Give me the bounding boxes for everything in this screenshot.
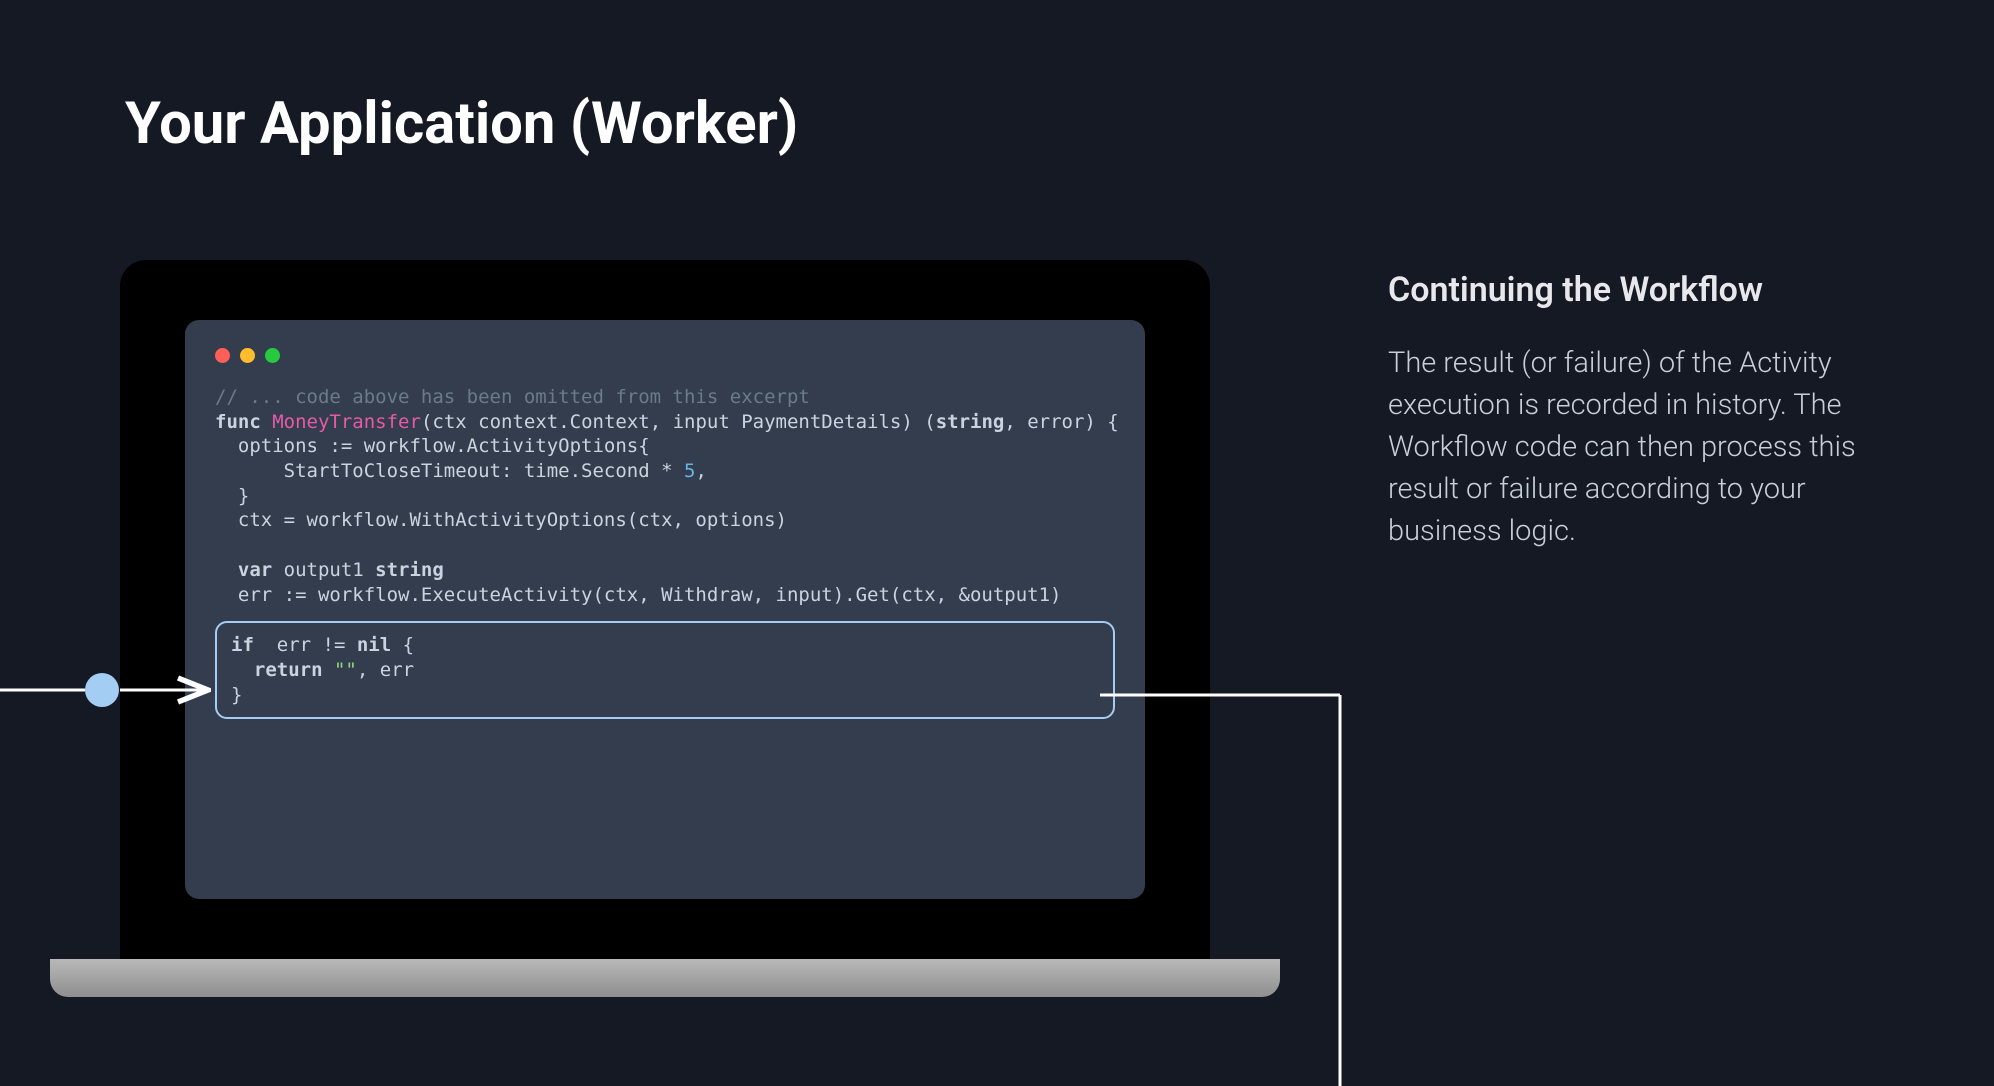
function-name: MoneyTransfer	[272, 411, 421, 433]
laptop-base	[50, 959, 1280, 997]
keyword-func: func	[215, 411, 261, 433]
keyword-nil: nil	[357, 634, 391, 656]
var-name: output1	[272, 559, 375, 581]
sidebar-panel: Continuing the Workflow The result (or f…	[1388, 270, 1908, 552]
sidebar-body: The result (or failure) of the Activity …	[1388, 342, 1908, 552]
code-line: }	[215, 485, 249, 507]
code-line: StartToCloseTimeout: time.Second *	[215, 460, 684, 482]
code-line: ctx = workflow.WithActivityOptions(ctx, …	[215, 509, 787, 531]
return-rest: , err	[357, 659, 414, 681]
signature-part: (ctx context.Context, input PaymentDetai…	[421, 411, 936, 433]
code-line: options := workflow.ActivityOptions{	[215, 435, 650, 457]
code-line: ,	[695, 460, 706, 482]
signature-part: , error) {	[1004, 411, 1118, 433]
type-string: string	[936, 411, 1005, 433]
number-literal: 5	[684, 460, 695, 482]
keyword-if: if	[231, 634, 254, 656]
keyword-return: return	[254, 659, 323, 681]
string-literal: ""	[334, 659, 357, 681]
code-editor: // ... code above has been omitted from …	[185, 320, 1145, 899]
keyword-var: var	[238, 559, 272, 581]
code-comment: // ... code above has been omitted from …	[215, 386, 810, 408]
if-cond: err !=	[254, 634, 357, 656]
window-controls	[215, 348, 1115, 363]
highlighted-code: if err != nil { return "", err }	[215, 621, 1115, 719]
page-title: Your Application (Worker)	[125, 90, 798, 158]
close-brace: }	[231, 684, 242, 706]
laptop-illustration: // ... code above has been omitted from …	[50, 260, 1280, 997]
if-cond: {	[391, 634, 414, 656]
code-block: // ... code above has been omitted from …	[215, 385, 1115, 719]
code-line: err := workflow.ExecuteActivity(ctx, Wit…	[215, 584, 1061, 606]
minimize-icon	[240, 348, 255, 363]
laptop-screen: // ... code above has been omitted from …	[120, 260, 1210, 959]
maximize-icon	[265, 348, 280, 363]
close-icon	[215, 348, 230, 363]
type-string: string	[375, 559, 444, 581]
sidebar-heading: Continuing the Workflow	[1388, 270, 1908, 310]
